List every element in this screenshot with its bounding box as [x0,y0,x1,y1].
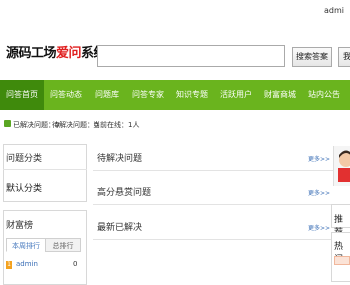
search-input[interactable] [97,45,285,67]
pending-count: 待解决问题：0 [52,121,99,129]
nav-item-topics[interactable]: 知识专题 [170,80,214,110]
tab-total[interactable]: 总排行 [45,238,81,252]
section-pending-more[interactable]: 更多>> [308,154,330,163]
stats-bar: 已解决问题：0 待解决问题：0 当前在线：1人 [0,118,350,132]
category-default[interactable]: 默认分类 [6,181,42,194]
section-resolved-more[interactable]: 更多>> [308,223,330,232]
hot-item-tag[interactable] [334,256,350,265]
nav-item-dynamics[interactable]: 问答动态 [44,80,88,110]
avatar[interactable] [333,146,350,186]
ask-question-button[interactable]: 我 [338,47,350,67]
rank-row: 1 admin [6,260,38,269]
section-divider [93,204,333,205]
search-answer-button[interactable]: 搜索答案 [292,47,332,67]
avatar-icon [338,150,350,182]
section-pending-title[interactable]: 待解决问题 [97,151,142,164]
main-nav: 问答首页 问答动态 问题库 问答专家 知识专题 活跃用户 财富商城 站内公告 [0,80,350,110]
top-bar: admi [0,0,350,20]
rank-user[interactable]: admin [16,260,38,268]
category-title: 问题分类 [6,154,43,164]
nav-item-experts[interactable]: 问答专家 [126,80,170,110]
nav-item-active-users[interactable]: 活跃用户 [214,80,258,110]
logo-text-accent: 爱问 [56,46,82,61]
site-logo[interactable]: 源码工场爱问系统 [6,42,107,61]
section-divider [93,239,333,240]
rank-value: 0 [73,260,78,268]
wealth-title: 财富榜 [6,221,34,231]
section-resolved-title[interactable]: 最新已解决 [97,220,142,233]
stats-icon [4,120,11,127]
section-reward-more[interactable]: 更多>> [308,188,330,197]
user-link[interactable]: admi [324,6,344,15]
online-count: 当前在线：1人 [93,121,140,129]
tab-weekly[interactable]: 本周排行 [6,238,46,252]
nav-item-notices[interactable]: 站内公告 [302,80,346,110]
logo-text-1: 源码工场 [6,46,57,61]
rank-number: 1 [6,261,12,269]
nav-item-mall[interactable]: 财富商城 [258,80,302,110]
section-divider [93,170,333,171]
nav-item-library[interactable]: 问题库 [88,80,126,110]
nav-item-home[interactable]: 问答首页 [0,80,44,110]
section-reward-title[interactable]: 高分悬赏问题 [97,185,151,198]
category-divider [3,169,87,170]
